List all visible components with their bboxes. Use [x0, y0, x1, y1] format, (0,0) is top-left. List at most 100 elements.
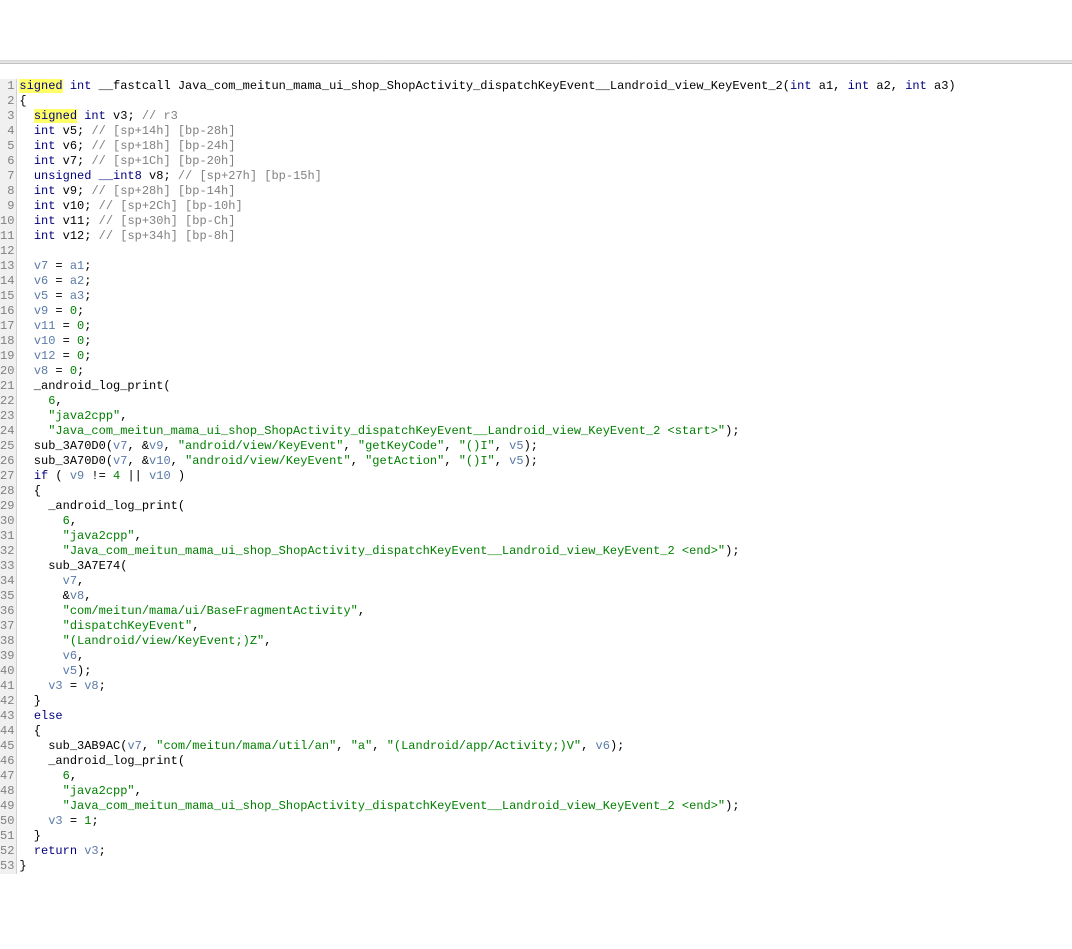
line-number: 27 [0, 469, 14, 484]
code-line[interactable]: int v7; // [sp+1Ch] [bp-20h] [19, 154, 1072, 169]
code-line[interactable]: signed int __fastcall Java_com_meitun_ma… [19, 79, 1072, 94]
code-line[interactable]: 6, [19, 769, 1072, 784]
code-line[interactable]: v7, [19, 574, 1072, 589]
code-line[interactable]: "java2cpp", [19, 409, 1072, 424]
code-line[interactable]: int v6; // [sp+18h] [bp-24h] [19, 139, 1072, 154]
code-line[interactable]: _android_log_print( [19, 754, 1072, 769]
code-line[interactable]: v5 = a3; [19, 289, 1072, 304]
code-line[interactable]: v12 = 0; [19, 349, 1072, 364]
token: = [63, 679, 85, 693]
code-line[interactable]: "com/meitun/mama/ui/BaseFragmentActivity… [19, 604, 1072, 619]
line-number: 43 [0, 709, 14, 724]
token [19, 664, 62, 678]
code-line[interactable]: "Java_com_meitun_mama_ui_shop_ShopActivi… [19, 799, 1072, 814]
code-line[interactable]: &v8, [19, 589, 1072, 604]
code-line[interactable]: sub_3A70D0(v7, &v10, "android/view/KeyEv… [19, 454, 1072, 469]
code-line[interactable]: unsigned __int8 v8; // [sp+27h] [bp-15h] [19, 169, 1072, 184]
line-number: 15 [0, 289, 14, 304]
token: v9 [70, 469, 84, 483]
code-line[interactable]: "Java_com_meitun_mama_ui_shop_ShopActivi… [19, 424, 1072, 439]
line-number: 8 [0, 184, 14, 199]
token: ); [725, 799, 739, 813]
code-line[interactable]: signed int v3; // r3 [19, 109, 1072, 124]
token: int [34, 184, 56, 198]
line-number: 53 [0, 859, 14, 874]
token: , [120, 409, 127, 423]
code-line[interactable]: sub_3A70D0(v7, &v9, "android/view/KeyEve… [19, 439, 1072, 454]
code-line[interactable]: { [19, 94, 1072, 109]
token: ); [77, 664, 91, 678]
code-line[interactable]: int v9; // [sp+28h] [bp-14h] [19, 184, 1072, 199]
token: = [55, 319, 77, 333]
line-number: 49 [0, 799, 14, 814]
token: v11; [55, 214, 98, 228]
code-line[interactable]: v3 = 1; [19, 814, 1072, 829]
token: ); [610, 739, 624, 753]
token: // [sp+34h] [bp-8h] [99, 229, 236, 243]
code-line[interactable]: 6, [19, 394, 1072, 409]
code-line[interactable]: v3 = v8; [19, 679, 1072, 694]
token [19, 409, 48, 423]
token: , [77, 649, 84, 663]
token [19, 364, 33, 378]
token: v6 [34, 274, 48, 288]
token: ( [783, 79, 790, 93]
code-line[interactable]: 6, [19, 514, 1072, 529]
token: else [34, 709, 63, 723]
token: v3 [84, 844, 98, 858]
code-line[interactable]: v9 = 0; [19, 304, 1072, 319]
code-line[interactable]: v7 = a1; [19, 259, 1072, 274]
code-line[interactable]: if ( v9 != 4 || v10 ) [19, 469, 1072, 484]
code-text-area[interactable]: signed int __fastcall Java_com_meitun_ma… [17, 79, 1072, 874]
line-number: 31 [0, 529, 14, 544]
token [19, 814, 48, 828]
code-line[interactable]: "(Landroid/view/KeyEvent;)Z", [19, 634, 1072, 649]
code-line[interactable]: "dispatchKeyEvent", [19, 619, 1072, 634]
code-line[interactable]: sub_3A7E74( [19, 559, 1072, 574]
line-number: 42 [0, 694, 14, 709]
token [19, 154, 33, 168]
code-line[interactable]: v11 = 0; [19, 319, 1072, 334]
token: "Java_com_meitun_mama_ui_shop_ShopActivi… [63, 799, 726, 813]
token: , [344, 439, 358, 453]
line-number: 17 [0, 319, 14, 334]
token: int [848, 79, 870, 93]
code-line[interactable]: v6, [19, 649, 1072, 664]
code-line[interactable]: { [19, 724, 1072, 739]
code-line[interactable]: v8 = 0; [19, 364, 1072, 379]
horizontal-scrollbar[interactable] [0, 60, 1072, 64]
token: , [77, 574, 84, 588]
code-line[interactable]: _android_log_print( [19, 499, 1072, 514]
code-line[interactable]: int v11; // [sp+30h] [bp-Ch] [19, 214, 1072, 229]
token: // [sp+18h] [bp-24h] [91, 139, 235, 153]
line-number: 30 [0, 514, 14, 529]
code-line[interactable]: int v10; // [sp+2Ch] [bp-10h] [19, 199, 1072, 214]
token: v9 [149, 439, 163, 453]
code-line[interactable]: return v3; [19, 844, 1072, 859]
code-line[interactable]: } [19, 694, 1072, 709]
code-line[interactable]: _android_log_print( [19, 379, 1072, 394]
code-line[interactable]: { [19, 484, 1072, 499]
code-line[interactable]: "java2cpp", [19, 784, 1072, 799]
token: v5 [509, 454, 523, 468]
code-line[interactable] [19, 244, 1072, 259]
code-line[interactable]: else [19, 709, 1072, 724]
line-number: 45 [0, 739, 14, 754]
code-line[interactable]: "java2cpp", [19, 529, 1072, 544]
token: ); [524, 454, 538, 468]
token: v8 [34, 364, 48, 378]
code-line[interactable]: v5); [19, 664, 1072, 679]
code-line[interactable]: } [19, 829, 1072, 844]
code-line[interactable]: v6 = a2; [19, 274, 1072, 289]
code-line[interactable]: int v12; // [sp+34h] [bp-8h] [19, 229, 1072, 244]
code-line[interactable]: sub_3AB9AC(v7, "com/meitun/mama/util/an"… [19, 739, 1072, 754]
token: "java2cpp" [63, 784, 135, 798]
code-line[interactable]: } [19, 859, 1072, 874]
code-line[interactable]: int v5; // [sp+14h] [bp-28h] [19, 124, 1072, 139]
code-line[interactable]: v10 = 0; [19, 334, 1072, 349]
token [19, 259, 33, 273]
token [19, 649, 62, 663]
code-line[interactable]: "Java_com_meitun_mama_ui_shop_ShopActivi… [19, 544, 1072, 559]
token: = [48, 259, 70, 273]
token: _android_log_print( [19, 754, 185, 768]
